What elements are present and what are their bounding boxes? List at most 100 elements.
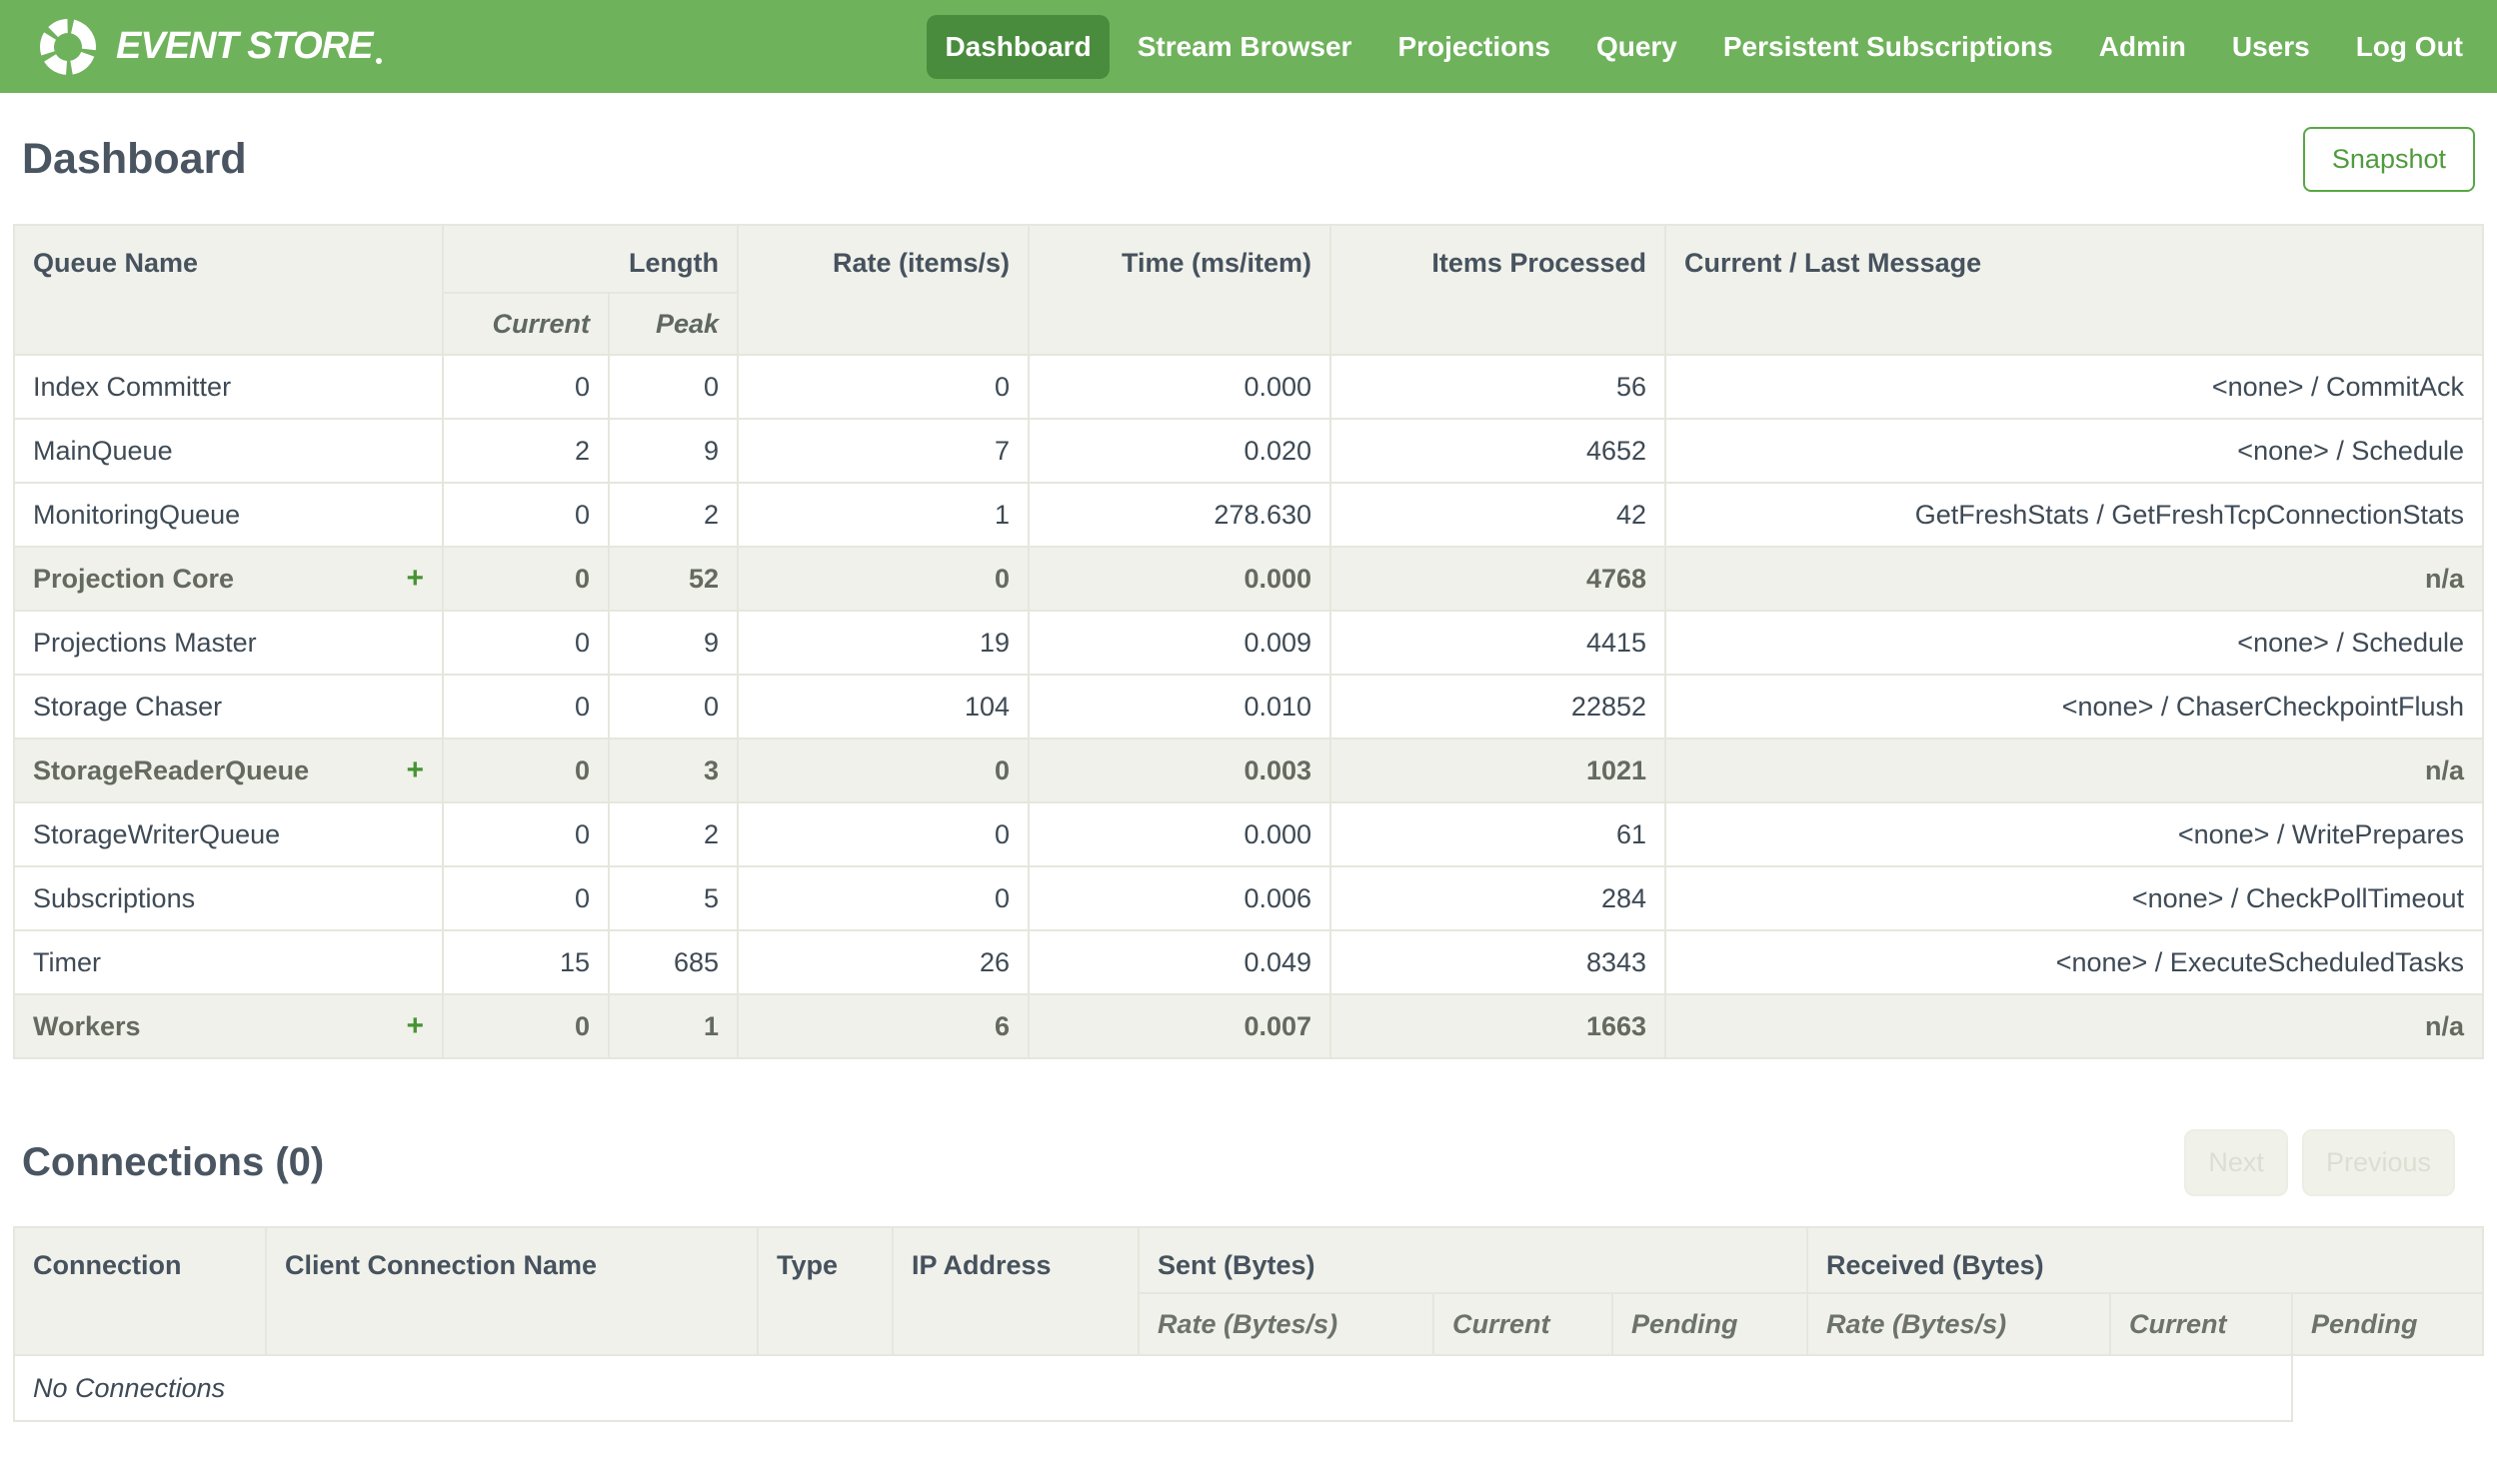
col-header-sent-pending: Pending [1610, 1292, 1809, 1356]
queue-peak-cell: 5 [607, 865, 740, 931]
nav-item-dashboard[interactable]: Dashboard [927, 14, 1110, 79]
col-header-sent-bytes: Sent (Bytes) [1137, 1226, 1809, 1294]
queue-items-cell: 4652 [1329, 418, 1667, 484]
col-header-received-current: Current [2109, 1292, 2294, 1356]
queue-time-cell: 0.020 [1028, 418, 1332, 484]
queue-name-cell: Timer [13, 929, 444, 995]
connections-table: Connection Client Connection Name Type I… [12, 1226, 2484, 1422]
queue-group-row: Workers +0 1 6 0.007 1663 n/a [13, 993, 2484, 1059]
queue-message-cell: GetFreshStats / GetFreshTcpConnectionSta… [1664, 482, 2484, 548]
queue-current-cell: 0 [442, 482, 610, 548]
logo-text: EVENT STORE [116, 25, 383, 68]
col-header-queue-name: Queue Name [13, 224, 444, 356]
queue-row: Index Committer 0 0 0 0.000 56 <none> / Commit… [13, 354, 2484, 420]
queue-current-cell: 0 [442, 801, 610, 867]
queue-message-cell: <none> / Schedule [1664, 418, 2484, 484]
queue-group-row: StorageReaderQueue +0 3 0 0.003 1021 n/a [13, 738, 2484, 803]
col-header-current: Current [442, 292, 610, 356]
col-header-message: Current / Last Message [1664, 224, 2484, 356]
queue-current-cell: 0 [442, 610, 610, 676]
pager: Next Previous [2184, 1129, 2475, 1196]
queue-name-cell: StorageReaderQueue + [13, 738, 444, 803]
queue-name-cell: MonitoringQueue [13, 482, 444, 548]
trademark-dot [376, 58, 383, 64]
queue-row: Projections Master 0 9 19 0.009 4415 <none> / … [13, 610, 2484, 676]
queue-row: Timer 15 685 26 0.049 8343 <none> / ExecuteSch… [13, 929, 2484, 995]
queue-peak-cell: 3 [607, 738, 740, 803]
col-header-sent-current: Current [1432, 1292, 1613, 1356]
queue-name: Index Committer [33, 371, 232, 402]
queue-peak-cell: 2 [607, 801, 740, 867]
queue-rate-cell: 0 [737, 801, 1031, 867]
queue-name: Storage Chaser [33, 691, 223, 722]
connections-table-header: Connection Client Connection Name Type I… [13, 1226, 2484, 1356]
queue-peak-cell: 2 [607, 482, 740, 548]
queue-rate-cell: 0 [737, 546, 1031, 612]
previous-button[interactable]: Previous [2301, 1129, 2455, 1196]
next-button[interactable]: Next [2184, 1129, 2288, 1196]
nav-menu: Dashboard Stream Browser Projections Query P… [927, 14, 2481, 79]
queue-name: StorageWriterQueue [33, 818, 281, 849]
queue-name-cell: Index Committer [13, 354, 444, 420]
nav-item-query[interactable]: Query [1578, 15, 1695, 79]
col-header-length: Length [441, 224, 740, 294]
queue-time-cell: 0.000 [1028, 546, 1332, 612]
nav-item-persistent-subscriptions[interactable]: Persistent Subscriptions [1705, 15, 2071, 79]
queue-row: MonitoringQueue 0 2 1 278.630 42 GetFreshStats… [13, 482, 2484, 548]
queue-time-cell: 0.003 [1028, 738, 1332, 803]
nav-item-projections[interactable]: Projections [1379, 15, 1567, 79]
queue-items-cell: 42 [1329, 482, 1667, 548]
circular-arrows-icon [36, 15, 100, 79]
queue-message-cell: n/a [1664, 993, 2484, 1059]
queue-name-cell: StorageWriterQueue [13, 801, 444, 867]
nav-item-users[interactable]: Users [2214, 15, 2328, 79]
queue-rate-cell: 0 [737, 354, 1031, 420]
snapshot-button[interactable]: Snapshot [2302, 127, 2475, 192]
queue-name-cell: MainQueue [13, 418, 444, 484]
queue-peak-cell: 0 [607, 674, 740, 740]
nav-item-stream-browser[interactable]: Stream Browser [1120, 15, 1370, 79]
queue-current-cell: 0 [442, 738, 610, 803]
queue-name: Timer [33, 946, 101, 977]
queue-group-row: Projection Core +0 52 0 0.000 4768 n/a [13, 546, 2484, 612]
queue-message-cell: <none> / CommitAck [1664, 354, 2484, 420]
queue-rate-cell: 0 [737, 738, 1031, 803]
queue-message-cell: <none> / ChaserCheckpointFlush [1664, 674, 2484, 740]
queue-rate-cell: 7 [737, 418, 1031, 484]
queue-name-cell: Projection Core + [13, 546, 444, 612]
col-header-sent-rate: Rate (Bytes/s) [1138, 1292, 1434, 1356]
expand-icon[interactable]: + [406, 755, 424, 785]
queue-rate-cell: 104 [737, 674, 1031, 740]
queue-name: Projection Core [33, 563, 235, 594]
queue-message-cell: n/a [1664, 546, 2484, 612]
queue-time-cell: 0.009 [1028, 610, 1332, 676]
queue-current-cell: 0 [442, 354, 610, 420]
queue-current-cell: 2 [442, 418, 610, 484]
queue-current-cell: 0 [442, 674, 610, 740]
queue-message-cell: <none> / ExecuteScheduledTasks [1664, 929, 2484, 995]
expand-icon[interactable]: + [406, 1011, 424, 1041]
nav-item-admin[interactable]: Admin [2081, 15, 2204, 79]
queue-time-cell: 0.006 [1028, 865, 1332, 931]
col-header-received-bytes: Received (Bytes) [1806, 1226, 2484, 1294]
queue-peak-cell: 1 [607, 993, 740, 1059]
queues-table-header: Queue Name Length Rate (items/s) Time (m… [13, 224, 2484, 356]
queue-rate-cell: 26 [737, 929, 1031, 995]
queue-rate-cell: 1 [737, 482, 1031, 548]
nav-item-log-out[interactable]: Log Out [2338, 15, 2481, 79]
col-header-received-pending: Pending [2291, 1292, 2484, 1356]
queue-name-cell: Storage Chaser [13, 674, 444, 740]
queue-message-cell: n/a [1664, 738, 2484, 803]
queue-name: Projections Master [33, 627, 257, 658]
queue-time-cell: 278.630 [1028, 482, 1332, 548]
queue-items-cell: 284 [1329, 865, 1667, 931]
queue-current-cell: 15 [442, 929, 610, 995]
queue-current-cell: 0 [442, 546, 610, 612]
queue-items-cell: 61 [1329, 801, 1667, 867]
top-navbar: EVENT STORE Dashboard Stream Browser Proje… [0, 0, 2497, 93]
queue-row: Subscriptions 0 5 0 0.006 284 <none> / CheckPo… [13, 865, 2484, 931]
expand-icon[interactable]: + [406, 564, 424, 594]
queue-current-cell: 0 [442, 865, 610, 931]
event-store-logo: EVENT STORE [36, 15, 383, 79]
connections-header: Connections (0) Next Previous [13, 1129, 2484, 1196]
